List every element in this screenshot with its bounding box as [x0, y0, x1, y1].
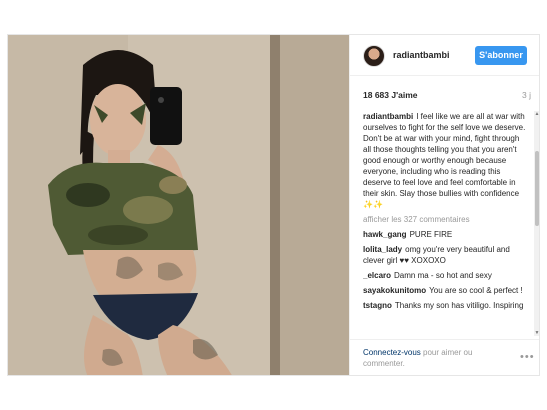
post-photo[interactable] [8, 35, 349, 375]
comments-list[interactable]: radiantbambi I feel like we are all at wa… [363, 111, 529, 333]
comment-text: You are so cool & perfect ! [429, 286, 523, 295]
ellipsis-icon[interactable]: ••• [520, 351, 535, 363]
comment-username[interactable]: hawk_gang [363, 230, 407, 239]
scroll-up-icon[interactable]: ▲ [534, 111, 539, 117]
comment-username[interactable]: tstagno [363, 301, 392, 310]
post-photo-illustration [8, 35, 349, 375]
login-link[interactable]: Connectez-vous [363, 348, 421, 357]
comment-username[interactable]: sayakokunitomo [363, 286, 426, 295]
comment-username[interactable]: lolita_lady [363, 245, 402, 254]
username[interactable]: radiantbambi [393, 50, 450, 60]
caption-text: I feel like we are all at war with ourse… [363, 112, 526, 198]
comment-text: Thanks my son has vitiligo. Inspiring [394, 301, 524, 310]
post-age[interactable]: 3 j [522, 90, 531, 100]
scroll-down-icon[interactable]: ▼ [534, 330, 539, 336]
comment-text: PURE FIRE [409, 230, 453, 239]
comment: hawk_gang PURE FIRE [363, 229, 529, 240]
comment-username[interactable]: _elcaro [363, 271, 391, 280]
caption-username[interactable]: radiantbambi [363, 112, 413, 121]
comment: tstagno Thanks my son has vitiligo. Inspi… [363, 300, 529, 311]
login-prompt: Connectez-vous pour aimer ou commenter. [363, 347, 503, 369]
comment: _elcaro Damn ma - so hot and sexy [363, 270, 529, 281]
comments-scrollbar[interactable]: ▲ ▼ [534, 111, 539, 336]
post-sidebar: radiantbambi S'abonner 18 683 J'aime 3 j… [349, 35, 539, 375]
comment: sayakokunitomo You are so cool & perfect … [363, 285, 529, 296]
scrollbar-thumb[interactable] [535, 151, 539, 226]
post-container: radiantbambi S'abonner 18 683 J'aime 3 j… [7, 34, 540, 376]
caption-trailing: ✨✨ [363, 200, 383, 209]
follow-button[interactable]: S'abonner [475, 46, 527, 65]
comment-text: Damn ma - so hot and sexy [394, 271, 492, 280]
comment: lolita_lady omg you're very beautiful and… [363, 244, 529, 266]
caption: radiantbambi I feel like we are all at wa… [363, 111, 529, 210]
post-footer: Connectez-vous pour aimer ou commenter. … [350, 339, 539, 375]
avatar[interactable] [363, 45, 385, 67]
stats-row: 18 683 J'aime 3 j [363, 90, 531, 102]
likes-count[interactable]: 18 683 J'aime [363, 90, 417, 100]
post-header: radiantbambi S'abonner [350, 35, 539, 76]
view-all-comments-link[interactable]: afficher les 327 commentaires [363, 214, 529, 225]
